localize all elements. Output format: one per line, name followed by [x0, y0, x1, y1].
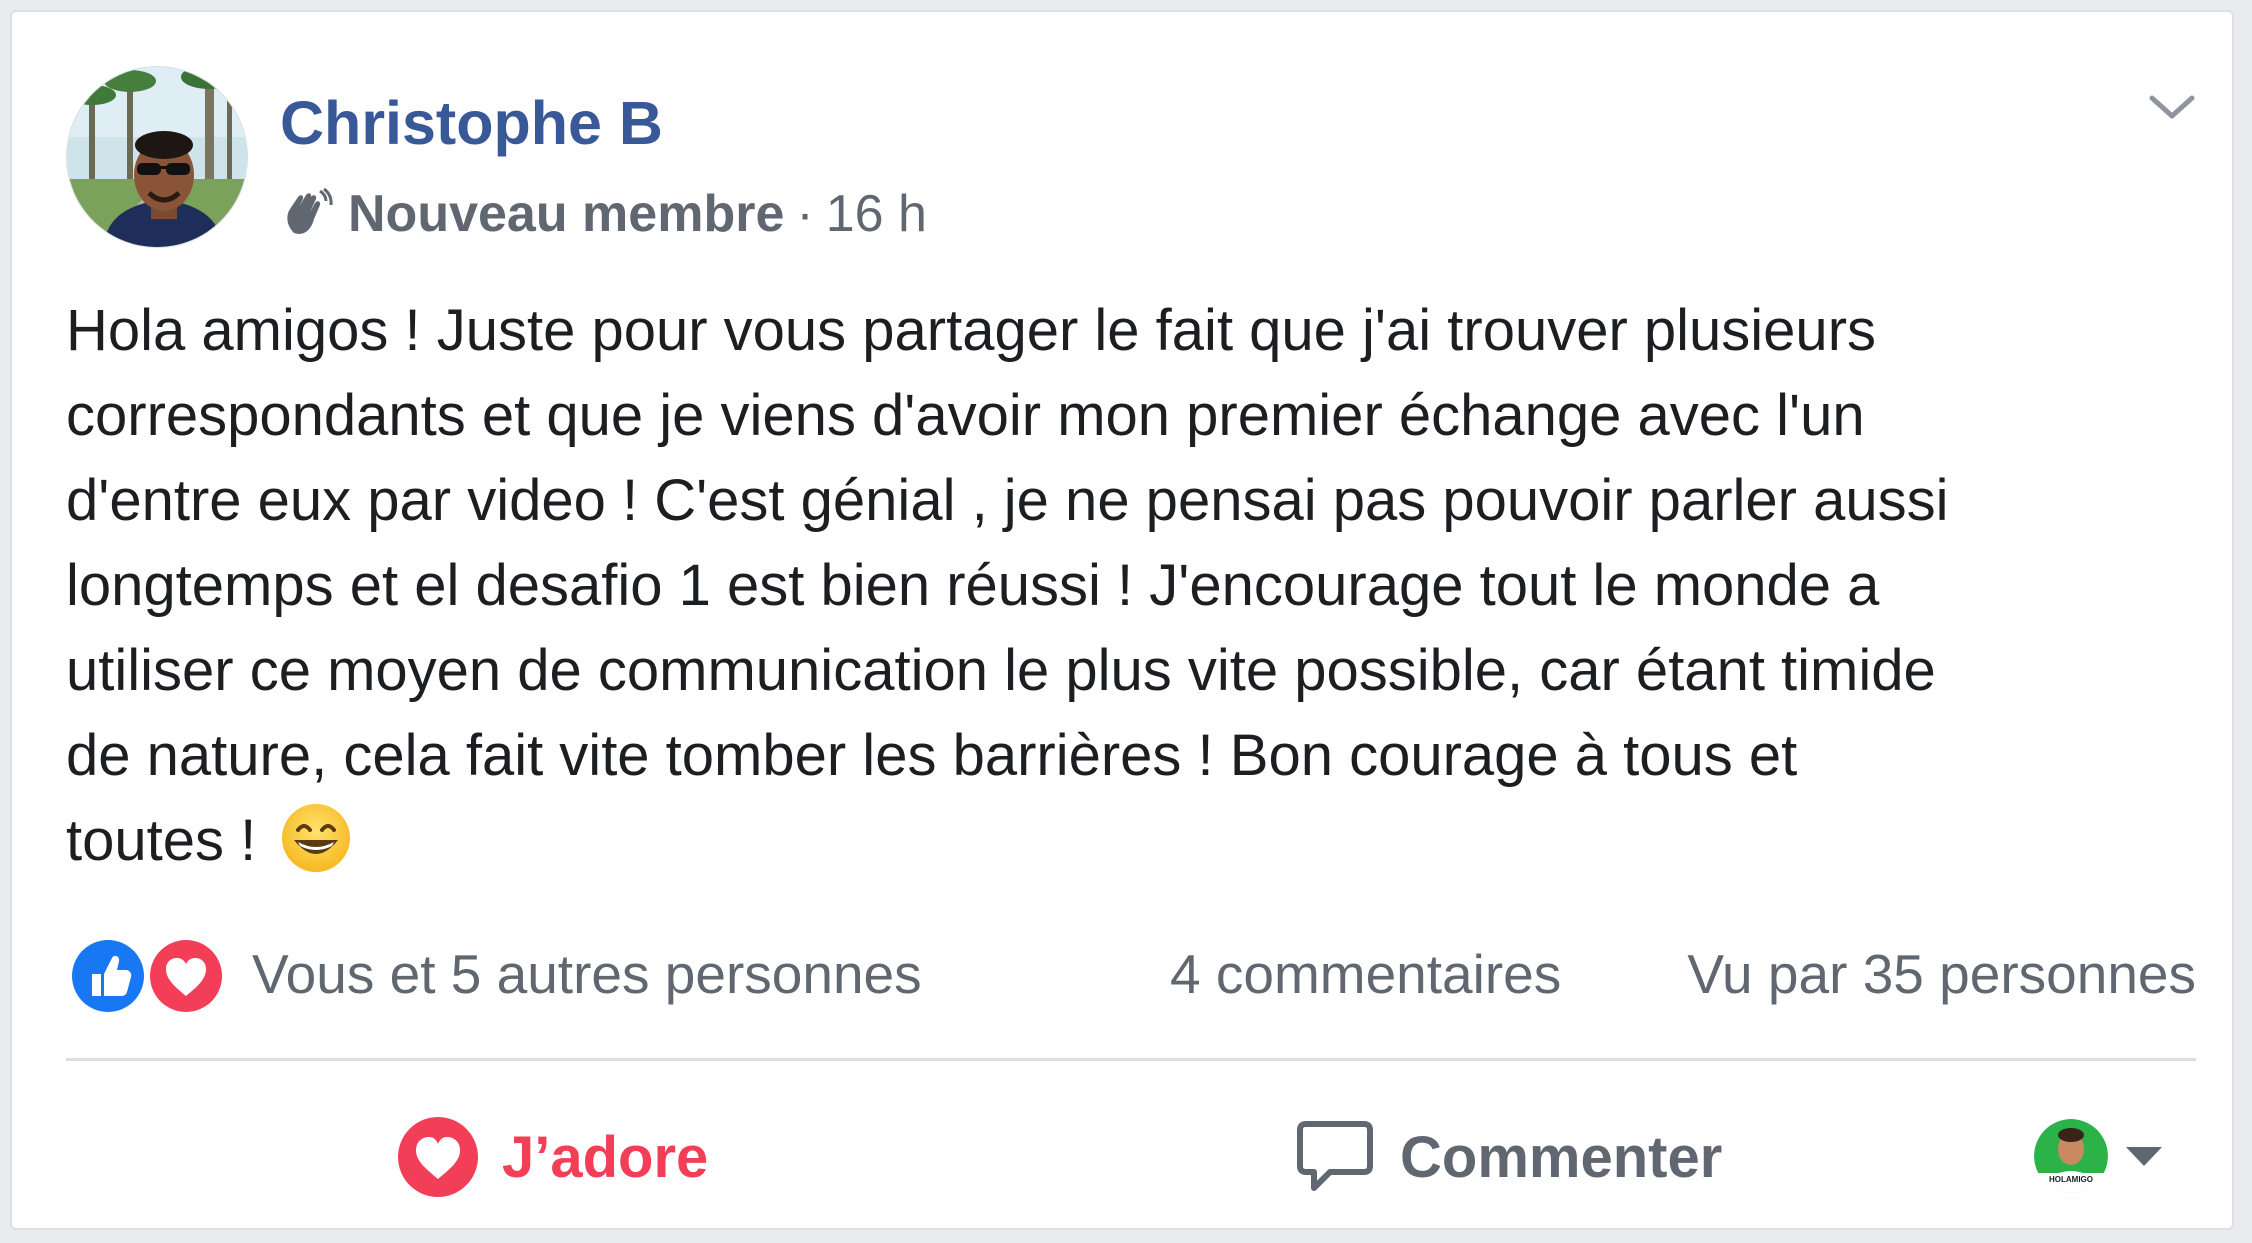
author-name[interactable]: Christophe B — [280, 88, 663, 158]
comment-button[interactable]: Commenter — [1294, 1112, 1722, 1202]
post-line: longtemps et el desafio 1 est bien réuss… — [66, 553, 1880, 618]
post-line: Hola amigos ! Juste pour vous partager l… — [66, 298, 1877, 363]
meta-separator: · — [796, 185, 814, 243]
caret-down-icon — [2126, 1147, 2162, 1166]
reactions-summary[interactable]: Vous et 5 autres personnes — [252, 942, 922, 1006]
waving-hand-icon — [287, 187, 333, 234]
love-reaction-icon — [398, 1117, 478, 1197]
page-avatar: HOLAMIGO — [2034, 1119, 2108, 1193]
post-line-text: toutes ! — [66, 808, 273, 873]
author-avatar[interactable] — [66, 66, 248, 248]
love-reaction-icon — [146, 936, 226, 1016]
like-reaction-icon — [68, 936, 148, 1016]
post-body: Hola amigos ! Juste pour vous partager l… — [66, 288, 2196, 883]
grinning-face-emoji-icon — [282, 804, 351, 872]
page-avatar-text: HOLAMIGO — [2049, 1175, 2093, 1184]
post-stats: Vous et 5 autres personnes 4 commentaire… — [66, 930, 2196, 1020]
post-meta: Nouveau membre · 16 h — [280, 184, 927, 244]
page-avatar-selector[interactable]: HOLAMIGO — [2034, 1114, 2164, 1198]
love-button[interactable]: J’adore — [396, 1112, 708, 1202]
page-avatar-image: HOLAMIGO — [2034, 1119, 2108, 1193]
post-line: de nature, cela fait vite tomber les bar… — [66, 723, 1798, 788]
reaction-icons[interactable] — [66, 934, 236, 1018]
post-card: Christophe B Nouveau membre · 16 h Hola … — [10, 10, 2234, 1230]
post-line-last: toutes ! — [66, 798, 2196, 883]
seen-by-count[interactable]: Vu par 35 personnes — [1687, 942, 2196, 1006]
member-badge[interactable]: Nouveau membre — [348, 184, 784, 244]
comment-button-label: Commenter — [1400, 1124, 1723, 1190]
divider — [66, 1058, 2196, 1061]
chevron-down-icon[interactable] — [2142, 82, 2202, 132]
post-line: d'entre eux par video ! C'est génial , j… — [66, 468, 1949, 533]
comments-count[interactable]: 4 commentaires — [1170, 942, 1561, 1006]
love-button-label: J’adore — [502, 1124, 709, 1190]
action-bar: J’adore Commenter HOLAMIGO — [66, 1092, 2196, 1222]
post-line: correspondants et que je viens d'avoir m… — [66, 383, 1865, 448]
author-avatar-image — [67, 67, 247, 247]
post-timestamp[interactable]: 16 h — [826, 184, 927, 244]
comment-bubble-icon — [1297, 1121, 1373, 1191]
post-line: utiliser ce moyen de communication le pl… — [66, 638, 1936, 703]
